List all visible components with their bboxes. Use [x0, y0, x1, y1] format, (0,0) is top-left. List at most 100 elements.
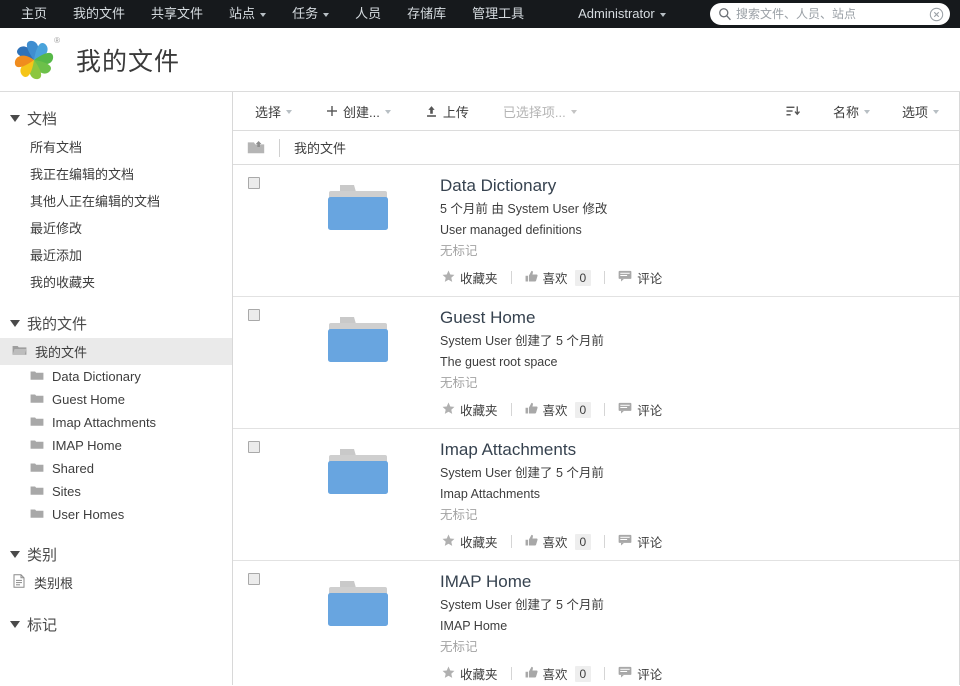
- file-modified-info: System User 创建了 5 个月前: [440, 598, 604, 612]
- file-details: Data Dictionary 5 个月前 由 System User 修改 Use…: [440, 175, 959, 288]
- upload-button[interactable]: 上传: [417, 98, 477, 125]
- comment-action[interactable]: 评论: [616, 531, 664, 552]
- sidebar-group-documents-header[interactable]: 文档: [0, 104, 232, 133]
- sidebar-group-categories-header[interactable]: 类别: [0, 540, 232, 569]
- folder-icon: [30, 461, 44, 476]
- action-divider: [510, 667, 512, 680]
- folder-icon: [323, 577, 393, 640]
- action-divider: [604, 403, 606, 416]
- folder-icon: [30, 484, 44, 499]
- breadcrumb-current[interactable]: 我的文件: [294, 138, 346, 157]
- folder-icon: [323, 313, 393, 376]
- chevron-down-icon: [323, 13, 330, 17]
- comment-action[interactable]: 评论: [616, 663, 664, 684]
- sidebar-link-1[interactable]: 我正在编辑的文档: [0, 160, 232, 187]
- nav-shared-files[interactable]: 共享文件: [138, 0, 216, 28]
- sidebar-tree-item[interactable]: User Homes: [0, 503, 232, 526]
- sidebar-link-0[interactable]: 所有文档: [0, 133, 232, 160]
- nav-tasks[interactable]: 任务: [279, 0, 342, 28]
- folder-up-icon[interactable]: [247, 140, 265, 155]
- file-title-link[interactable]: Imap Attachments: [440, 440, 576, 459]
- file-title-link[interactable]: Data Dictionary: [440, 176, 556, 195]
- sort-direction-button[interactable]: [778, 101, 809, 122]
- star-icon: [442, 402, 455, 418]
- select-button[interactable]: 选择: [247, 98, 300, 125]
- registered-trademark-mark: ®: [54, 35, 60, 45]
- sidebar-tree-item-label: Sites: [52, 484, 81, 499]
- sidebar-group-myfiles-header[interactable]: 我的文件: [0, 309, 232, 338]
- comment-icon: [618, 402, 632, 417]
- file-list-item[interactable]: IMAP Home System User 创建了 5 个月前 IMAP Home 无…: [233, 561, 959, 685]
- nav-admin-tools[interactable]: 管理工具: [459, 0, 537, 28]
- file-list-item[interactable]: Imap Attachments System User 创建了 5 个月前 Ima…: [233, 429, 959, 561]
- options-button[interactable]: 选项: [894, 98, 947, 125]
- sidebar-tree-root-myfiles[interactable]: 我的文件: [0, 338, 232, 365]
- sidebar-category-root[interactable]: 类别根: [0, 569, 232, 596]
- like-action[interactable]: 喜欢 0: [523, 663, 594, 684]
- nav-sites[interactable]: 站点: [216, 0, 279, 28]
- create-button[interactable]: 创建...: [318, 98, 399, 125]
- file-details: IMAP Home System User 创建了 5 个月前 IMAP Home 无…: [440, 571, 959, 684]
- nav-item-user-menu[interactable]: Administrator: [565, 0, 679, 28]
- sidebar-tree-item[interactable]: Guest Home: [0, 388, 232, 411]
- comment-action[interactable]: 评论: [616, 267, 664, 288]
- favorite-action[interactable]: 收藏夹: [440, 267, 500, 288]
- like-action[interactable]: 喜欢 0: [523, 267, 594, 288]
- file-title-link[interactable]: IMAP Home: [440, 572, 531, 591]
- like-action[interactable]: 喜欢 0: [523, 531, 594, 552]
- file-list-item[interactable]: Guest Home System User 创建了 5 个月前 The guest…: [233, 297, 959, 429]
- favorite-action[interactable]: 收藏夹: [440, 531, 500, 552]
- sidebar-link-3[interactable]: 最近修改: [0, 214, 232, 241]
- sidebar-group-tags-header[interactable]: 标记: [0, 610, 232, 639]
- file-list-item[interactable]: Data Dictionary 5 个月前 由 System User 修改 Use…: [233, 165, 959, 297]
- sidebar-tree-item[interactable]: Sites: [0, 480, 232, 503]
- file-title-row: Guest Home: [440, 307, 943, 329]
- selected-items-button[interactable]: 已选择项...: [495, 98, 585, 125]
- sort-field-button[interactable]: 名称: [825, 98, 878, 125]
- sidebar-tree-item[interactable]: Data Dictionary: [0, 365, 232, 388]
- favorite-action[interactable]: 收藏夹: [440, 399, 500, 420]
- search-box[interactable]: [710, 3, 950, 25]
- plus-icon: [326, 105, 338, 117]
- like-action[interactable]: 喜欢 0: [523, 399, 594, 420]
- file-title-row: Data Dictionary: [440, 175, 943, 197]
- file-thumbnail-cell[interactable]: [275, 175, 440, 244]
- file-tags: 无标记: [440, 640, 478, 654]
- file-description: IMAP Home: [440, 619, 508, 633]
- sidebar-link-4[interactable]: 最近添加: [0, 241, 232, 268]
- nav-repository[interactable]: 存储库: [394, 0, 459, 28]
- search-input[interactable]: [732, 7, 929, 21]
- comment-action[interactable]: 评论: [616, 399, 664, 420]
- sidebar-tree-item[interactable]: Shared: [0, 457, 232, 480]
- twisty-down-icon: [10, 551, 20, 558]
- sidebar-link-2[interactable]: 其他人正在编辑的文档: [0, 187, 232, 214]
- sidebar-tree-item[interactable]: IMAP Home: [0, 434, 232, 457]
- file-thumbnail-cell[interactable]: [275, 571, 440, 640]
- sidebar-group-categories-title: 类别: [27, 547, 58, 564]
- file-thumbnail-cell[interactable]: [275, 439, 440, 508]
- sidebar-documents-links: 所有文档 我正在编辑的文档 其他人正在编辑的文档 最近修改 最近添加 我的收藏夹: [0, 133, 232, 295]
- nav-home[interactable]: 主页: [8, 0, 60, 28]
- nav-people[interactable]: 人员: [342, 0, 394, 28]
- top-navigation-bar: 主页 我的文件 共享文件 站点 任务 人员 存储库 管理工具 Administrator: [0, 0, 960, 28]
- nav-my-files[interactable]: 我的文件: [60, 0, 138, 28]
- sidebar-group-categories: 类别 类别根: [0, 540, 232, 596]
- favorite-action[interactable]: 收藏夹: [440, 663, 500, 684]
- file-tags: 无标记: [440, 376, 478, 390]
- favorite-label: 收藏夹: [460, 272, 498, 286]
- star-icon: [442, 270, 455, 286]
- chevron-down-icon: [933, 110, 939, 114]
- file-select-checkbox[interactable]: [248, 573, 260, 585]
- alfresco-logo[interactable]: ®: [10, 35, 60, 84]
- file-select-cell: [233, 175, 275, 189]
- clear-search-icon[interactable]: [929, 7, 944, 22]
- file-select-checkbox[interactable]: [248, 309, 260, 321]
- sidebar-tree-item[interactable]: Imap Attachments: [0, 411, 232, 434]
- file-select-checkbox[interactable]: [248, 177, 260, 189]
- file-select-checkbox[interactable]: [248, 441, 260, 453]
- chevron-down-icon: [384, 110, 391, 114]
- file-title-link[interactable]: Guest Home: [440, 308, 535, 327]
- sidebar-link-5[interactable]: 我的收藏夹: [0, 268, 232, 295]
- file-thumbnail-cell[interactable]: [275, 307, 440, 376]
